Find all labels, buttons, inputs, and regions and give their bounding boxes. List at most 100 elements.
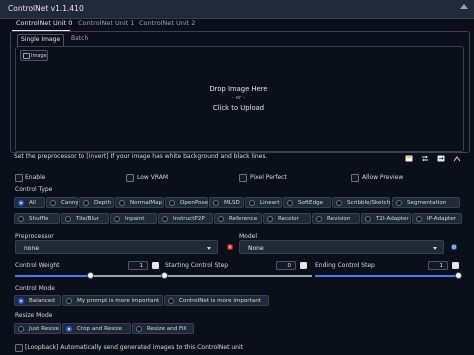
radio-icon — [287, 199, 293, 206]
control-mode-title: Control Mode — [15, 285, 55, 292]
chip-label: OpenPose — [180, 199, 208, 206]
enable-checkbox[interactable] — [15, 174, 23, 182]
resize-mode-just-resize[interactable]: Just Resize — [14, 323, 61, 334]
control-mode-balanced[interactable]: Balanced — [14, 295, 61, 306]
starting-step-input[interactable]: 0 — [276, 261, 296, 270]
control-type-recolor[interactable]: Recolor — [263, 213, 311, 224]
chip-label: SoftEdge — [298, 199, 324, 206]
radio-icon — [416, 215, 422, 222]
chip-label: Revision — [327, 215, 351, 222]
control-weight-label: Control Weight — [15, 262, 60, 269]
control-type-scribble-sketch[interactable]: Scribble/Sketch — [332, 197, 390, 208]
send-icon[interactable] — [437, 155, 445, 162]
fire-icon[interactable] — [227, 244, 233, 250]
chip-label: Just Resize — [29, 325, 60, 332]
chip-label: Segmentation — [407, 199, 447, 206]
starting-step-value: 0 — [287, 263, 292, 269]
radio-icon — [162, 215, 168, 222]
radio-icon — [136, 325, 142, 332]
control-type-softedge[interactable]: SoftEdge — [283, 197, 331, 208]
low-vram-label: Low VRAM — [137, 174, 169, 181]
radio-icon — [50, 199, 56, 206]
allow-preview-label: Allow Preview — [362, 174, 404, 181]
ending-step-thumb[interactable] — [455, 272, 462, 279]
pixel-perfect-checkbox[interactable] — [239, 174, 247, 182]
starting-step-track[interactable] — [165, 275, 312, 277]
control-type-mlsd[interactable]: MLSD — [209, 197, 244, 208]
model-label: Model — [239, 233, 258, 240]
control-type-depth[interactable]: Depth — [79, 197, 114, 208]
chip-label: Lineart — [260, 199, 280, 206]
low-vram-checkbox[interactable] — [126, 174, 134, 182]
control-type-inpaint[interactable]: Inpaint — [110, 213, 157, 224]
loopback-label: [Loopback] Automatically send generated … — [25, 344, 243, 351]
tab-unit-1[interactable]: ControlNet Unit 1 — [78, 19, 134, 31]
radio-icon — [83, 199, 89, 206]
control-weight-input[interactable]: 1 — [128, 261, 148, 270]
invert-hint: Set the preprocessor to [invert] If your… — [14, 153, 268, 160]
resize-mode-resize-and-fill[interactable]: Resize and Fill — [132, 323, 194, 334]
chip-label: MLSD — [224, 199, 240, 206]
control-weight-value: 1 — [139, 263, 144, 269]
radio-icon — [213, 199, 219, 206]
control-weight-fill — [15, 275, 90, 277]
edit-icon[interactable] — [405, 155, 413, 162]
preprocessor-label: Preprocessor — [15, 233, 54, 240]
radio-icon — [169, 199, 175, 206]
chip-label: Shuffle — [29, 215, 49, 222]
control-type-lineart[interactable]: Lineart — [245, 197, 282, 208]
control-mode-prompt[interactable]: My prompt is more important — [62, 295, 163, 306]
collapse-icon[interactable] — [460, 4, 468, 9]
enable-label: Enable — [25, 174, 46, 181]
control-type-normalmap[interactable]: NormalMap — [115, 197, 164, 208]
radio-icon — [336, 199, 342, 206]
chip-label: Scribble/Sketch — [347, 199, 391, 206]
control-mode-controlnet[interactable]: ControlNet is more important — [164, 295, 269, 306]
chip-label: ControlNet is more important — [179, 297, 261, 304]
preprocessor-select[interactable]: none — [15, 240, 218, 254]
allow-preview-checkbox[interactable] — [351, 174, 359, 182]
control-type-segmentation[interactable]: Segmentation — [392, 197, 460, 208]
control-weight-thumb[interactable] — [86, 272, 94, 279]
control-type-all[interactable]: All — [14, 197, 45, 208]
ending-step-input[interactable]: 1 — [428, 261, 448, 270]
control-type-revision[interactable]: Revision — [312, 213, 360, 224]
ending-step-value: 1 — [439, 263, 444, 269]
control-type-openpose[interactable]: OpenPose — [165, 197, 208, 208]
control-type-tile-blur[interactable]: Tile/Blur — [61, 213, 109, 224]
model-select[interactable]: None — [239, 240, 444, 254]
reset-icon[interactable] — [300, 262, 307, 269]
chip-label: NormalMap — [130, 199, 163, 206]
radio-icon — [249, 199, 255, 206]
chevron-down-icon — [207, 246, 211, 250]
control-type-canny[interactable]: Canny — [46, 197, 79, 208]
radio-icon — [66, 325, 72, 332]
subtab-batch[interactable]: Batch — [68, 34, 91, 46]
control-type-reference[interactable]: Reference — [214, 213, 262, 224]
reset-icon[interactable] — [452, 262, 459, 269]
chip-label: Crop and Resize — [77, 325, 123, 332]
chip-label: Canny — [61, 199, 79, 206]
chip-label: My prompt is more important — [77, 297, 160, 304]
drop-text-line3: Click to Upload — [212, 104, 265, 112]
pixel-perfect-label: Pixel Perfect — [250, 174, 287, 181]
ending-step-track[interactable] — [315, 275, 459, 277]
chip-label: Inpaint — [125, 215, 145, 222]
control-type-ip-adapter[interactable]: IP-Adapter — [412, 213, 462, 224]
control-type-shuffle[interactable]: Shuffle — [14, 213, 60, 224]
radio-icon — [18, 325, 24, 332]
loopback-checkbox[interactable] — [15, 344, 23, 352]
camera-icon[interactable] — [453, 155, 461, 162]
control-type-title: Control Type — [15, 186, 53, 193]
image-icon — [23, 52, 30, 59]
reset-icon[interactable] — [152, 262, 159, 269]
panel-title: ControlNet v1.1.410 — [8, 4, 84, 13]
refresh-icon[interactable] — [451, 244, 457, 250]
control-type-t2i-adapter[interactable]: T2I-Adapter — [361, 213, 411, 224]
resize-mode-crop-and-resize[interactable]: Crop and Resize — [62, 323, 131, 334]
swap-icon[interactable] — [421, 155, 429, 162]
control-type-instructp2p[interactable]: InstructP2P — [158, 213, 213, 224]
tab-unit-2[interactable]: ControlNet Unit 2 — [139, 19, 195, 31]
radio-icon — [316, 215, 322, 222]
starting-step-thumb[interactable] — [161, 272, 168, 279]
